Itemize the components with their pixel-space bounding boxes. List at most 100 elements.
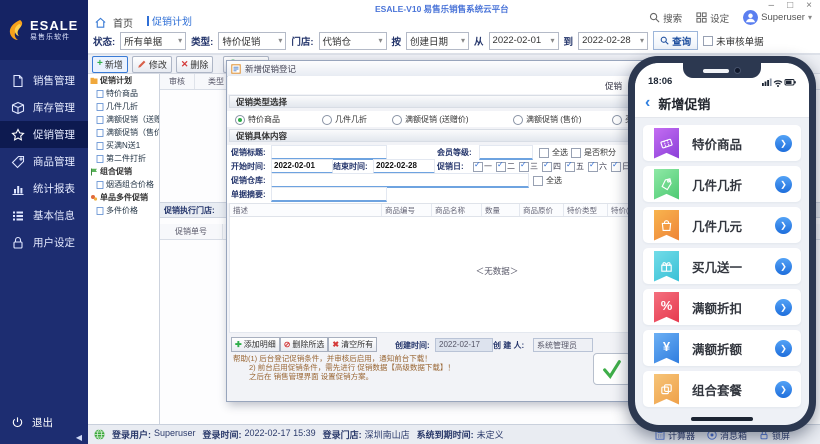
tree-item-tobacco-combo[interactable]: 烟酒组合价格 [88, 178, 159, 191]
phone-item-buy-get-one[interactable]: 买几送一 [643, 248, 801, 284]
home-icon[interactable] [94, 16, 107, 29]
clear-all-button[interactable]: ✖清空所有 [328, 337, 377, 352]
phone-item-amount-off[interactable]: ¥ 满额折额 [643, 330, 801, 366]
phone-item-qty-price[interactable]: 几件几元 [643, 207, 801, 243]
add-button[interactable]: +新增 [92, 56, 128, 73]
status-select[interactable]: 所有单据 [120, 32, 186, 50]
sidebar-item-basicinfo[interactable]: 基本信息 [0, 202, 88, 229]
delete-label: 删除 [190, 58, 208, 71]
power-icon [11, 416, 24, 429]
expire-time: 系统到期时间:未定义 [417, 428, 504, 441]
tab-active-bar [147, 16, 149, 26]
day-wed-checkbox[interactable]: 三 [519, 161, 538, 172]
type-label: 类型: [191, 34, 213, 48]
sidebar-item-label: 库存管理 [33, 100, 75, 115]
warehouse-select-all-checkbox[interactable]: 全选 [533, 175, 562, 186]
end-time-input[interactable]: 2022-02-28 [373, 159, 435, 174]
radio-qty-discount[interactable]: 几件几折 [322, 114, 367, 125]
phone-item-combo[interactable]: 组合套餐 [643, 371, 801, 407]
phone-notch [683, 63, 761, 78]
dialog-title: 新增促销登记 [245, 63, 296, 75]
sidebar-item-goods[interactable]: 商品管理 [0, 148, 88, 175]
sidebar-item-label: 销售管理 [33, 73, 75, 88]
by-label: 按 [392, 34, 402, 48]
query-button[interactable]: 查询 [653, 31, 698, 50]
tree-item-special-price[interactable]: 特价商品 [88, 87, 159, 100]
delete-selected-button[interactable]: ⊘删除所选 [280, 337, 329, 352]
percent-icon: % [654, 292, 679, 323]
confirm-button[interactable] [593, 353, 631, 385]
phone-item-amount-discount[interactable]: % 满额折扣 [643, 289, 801, 325]
checkbox-icon [533, 176, 543, 186]
day-mon-checkbox[interactable]: 一 [473, 161, 492, 172]
column-promo-no[interactable]: 促销单号 [160, 224, 223, 239]
unaudited-checkbox[interactable]: 未审核单据 [703, 34, 764, 48]
store-select[interactable]: 代销仓 [319, 32, 387, 50]
promo-title-input[interactable] [271, 145, 387, 160]
tree-item-second-discount[interactable]: 第二件打折 [88, 152, 159, 165]
search-label: 搜索 [663, 11, 682, 25]
column-item-name[interactable]: 商品名称 [432, 204, 482, 216]
tree-item-label: 满额促销（送赠价） [106, 114, 160, 125]
status-value: 所有单据 [124, 34, 162, 48]
user-menu[interactable]: Superuser [743, 10, 812, 25]
warehouse-input[interactable] [271, 173, 529, 188]
sidebar-item-inventory[interactable]: 库存管理 [0, 94, 88, 121]
tree-item-buy-n-get-1[interactable]: 买满N送1 [88, 139, 159, 152]
radio-amount-gift[interactable]: 满额促销 (送赠价) [392, 114, 469, 125]
by-select[interactable]: 创建日期 [406, 32, 469, 50]
checkbox-icon [703, 36, 713, 46]
column-audit[interactable]: 审核 [160, 74, 195, 89]
tree-item-amount-gift[interactable]: 满额促销（送赠价） [88, 113, 159, 126]
day-sat-checkbox[interactable]: 六 [588, 161, 607, 172]
chevron-down-icon [808, 12, 812, 23]
member-level-input[interactable] [479, 145, 533, 160]
chevron-right-icon [775, 381, 792, 398]
tree-group-combo[interactable]: 组合促销 [88, 165, 159, 178]
tree-group-multi-item[interactable]: 单品多件促销 [88, 191, 159, 204]
edit-button[interactable]: 修改 [132, 56, 172, 73]
tree-item-amount-price[interactable]: 满额促销（售价） [88, 126, 159, 139]
sidebar-item-reports[interactable]: 统计报表 [0, 175, 88, 202]
column-description[interactable]: 描述 [230, 204, 382, 216]
add-detail-button[interactable]: ✚添加明细 [231, 337, 280, 352]
tree-item-qty-discount[interactable]: 几件几折 [88, 100, 159, 113]
start-time-label: 开始时间: [231, 161, 266, 172]
help-line: 帮助(1) 后台登记促销条件，并审核后启用，通知前台下载！ [233, 354, 455, 363]
login-store-value: 深圳南山店 [365, 428, 410, 441]
column-qty[interactable]: 数量 [482, 204, 520, 216]
yuan-glyph: ¥ [663, 340, 670, 353]
points-checkbox[interactable]: 是否积分 [571, 147, 616, 158]
day-tue-checkbox[interactable]: 二 [496, 161, 515, 172]
radio-special-price[interactable]: 特价商品 [235, 114, 280, 125]
column-special-type[interactable]: 特价类型 [564, 204, 608, 216]
phone-item-qty-discount[interactable]: 几件几折 [643, 166, 801, 202]
type-select[interactable]: 特价促销 [218, 32, 286, 50]
sidebar-collapse-icon[interactable]: ◀ [76, 433, 82, 442]
sidebar-item-promotion[interactable]: 促销管理 [0, 121, 88, 148]
radio-amount-price[interactable]: 满额促销 (售价) [513, 114, 582, 125]
creator-value: 系统管理员 [533, 338, 593, 352]
start-time-input[interactable]: 2022-02-01 [271, 159, 333, 174]
checkbox-icon [473, 162, 483, 172]
tree-item-multi-price[interactable]: 多件价格 [88, 204, 159, 217]
summary-input[interactable] [271, 187, 387, 202]
creator-label: 创 建 人: [493, 340, 524, 351]
member-select-all-checkbox[interactable]: 全选 [539, 147, 568, 158]
from-date-select[interactable]: 2022-02-01 [489, 32, 559, 50]
end-time-label: 结束时间: [333, 161, 368, 172]
sidebar-item-sales[interactable]: 销售管理 [0, 67, 88, 94]
delete-button[interactable]: ✕删除 [176, 56, 214, 73]
tree-group-promotion-plan[interactable]: 促销计划 [88, 74, 159, 87]
column-orig-price[interactable]: 商品原价 [520, 204, 564, 216]
day-thu-checkbox[interactable]: 四 [542, 161, 561, 172]
to-date-select[interactable]: 2022-02-28 [578, 32, 648, 50]
column-item-no[interactable]: 商品编号 [382, 204, 432, 216]
settings-button[interactable]: 设定 [696, 11, 729, 25]
phone-item-special-price[interactable]: 特价商品 [643, 125, 801, 161]
search-button[interactable]: 搜索 [649, 11, 682, 25]
sidebar-item-usersettings[interactable]: 用户设定 [0, 229, 88, 256]
back-chevron-icon[interactable]: ‹ [645, 96, 650, 110]
day-fri-checkbox[interactable]: 五 [565, 161, 584, 172]
logout-button[interactable]: 退出 [0, 408, 88, 436]
